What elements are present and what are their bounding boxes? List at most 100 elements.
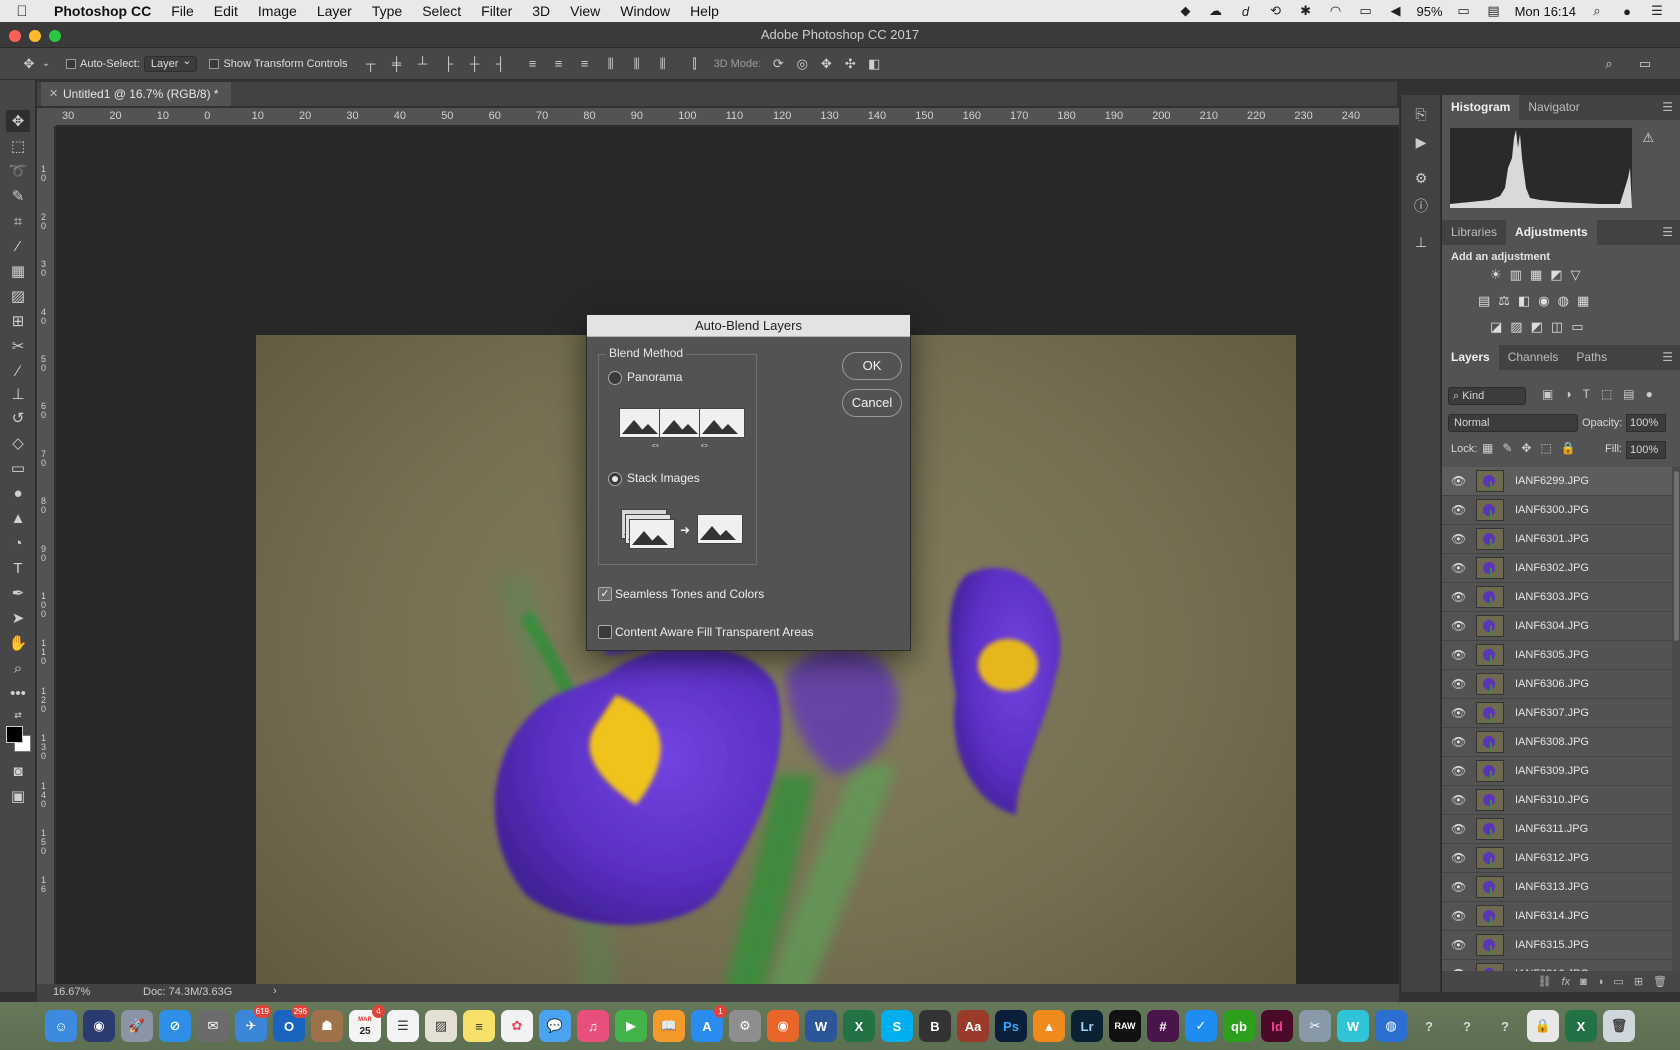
move-tool-preset-icon[interactable]: ✥ <box>18 53 40 75</box>
notification-center-icon[interactable]: ☰ <box>1648 3 1666 18</box>
menu-filter[interactable]: Filter <box>471 0 522 22</box>
crop-tool-icon[interactable]: ⌗ <box>6 210 30 232</box>
panorama-radio[interactable] <box>608 371 622 385</box>
outlook-icon[interactable]: O 296 <box>273 1005 309 1042</box>
distribute-bottom-icon[interactable]: ≡ <box>574 53 596 75</box>
add-mask-icon[interactable]: ◙ <box>1580 976 1587 988</box>
quick-selection-tool-icon[interactable]: ✎ <box>6 185 30 207</box>
workspace-switcher-icon[interactable]: ▭ <box>1634 53 1656 75</box>
filter-pixel-layers-icon[interactable]: ▣ <box>1542 387 1553 401</box>
layer-row[interactable]: 👁 IANF6307.JPG <box>1442 699 1672 728</box>
tab-layers[interactable]: Layers <box>1442 345 1499 370</box>
delete-layer-icon[interactable]: 🗑 <box>1653 975 1667 988</box>
dropbox-icon[interactable]: ◆ <box>1177 3 1195 18</box>
skype-icon[interactable]: S <box>881 1010 913 1042</box>
auto-select-dropdown[interactable]: Layer <box>143 54 198 72</box>
layer-row[interactable]: 👁 IANF6312.JPG <box>1442 844 1672 873</box>
lock-transparent-pixels-icon[interactable]: ▦ <box>1482 441 1493 455</box>
launchpad-icon[interactable]: 🚀 <box>121 1010 153 1042</box>
spotlight-search-icon[interactable]: ⌕ <box>1588 3 1606 18</box>
visibility-eye-icon[interactable]: 👁 <box>1451 619 1466 633</box>
history-brush-tool-icon[interactable]: ✂ <box>6 335 30 357</box>
layer-row[interactable]: 👁 IANF6311.JPG <box>1442 815 1672 844</box>
blur-tool-icon[interactable]: ● <box>6 482 30 504</box>
layer-row[interactable]: 👁 IANF6302.JPG <box>1442 554 1672 583</box>
layer-row[interactable]: 👁 IANF6300.JPG <box>1442 496 1672 525</box>
content-aware-fill-checkbox[interactable] <box>598 625 612 639</box>
system-preferences-icon[interactable]: ⚙ <box>729 1010 761 1042</box>
calendar-icon[interactable]: MAR 25 4 <box>349 1005 385 1042</box>
visibility-eye-icon[interactable]: 👁 <box>1451 677 1466 691</box>
distribute-vcenter-icon[interactable]: ≡ <box>548 53 570 75</box>
swap-colors-icon[interactable]: ⇄ <box>6 704 30 726</box>
tab-libraries[interactable]: Libraries <box>1442 220 1506 245</box>
layer-row[interactable]: 👁 IANF6310.JPG <box>1442 786 1672 815</box>
foreground-color-swatch[interactable] <box>6 726 23 743</box>
cancel-button[interactable]: Cancel <box>842 389 902 417</box>
selective-color-icon[interactable]: ◫ <box>1551 319 1563 335</box>
sharpen-tool-icon[interactable]: ▲ <box>6 507 30 529</box>
quick-mask-icon[interactable]: ◙ <box>6 760 30 782</box>
visibility-eye-icon[interactable]: 👁 <box>1451 764 1466 778</box>
3d-pan-icon[interactable]: ✥ <box>815 53 837 75</box>
new-adjustment-layer-icon[interactable]: ◑ <box>1597 976 1604 988</box>
align-bottom-edges-icon[interactable]: ┴ <box>412 53 434 75</box>
utility-icon[interactable]: ✂ <box>1299 1010 1331 1042</box>
visibility-eye-icon[interactable]: 👁 <box>1451 851 1466 865</box>
raw-converter-icon[interactable]: RAW <box>1109 1010 1141 1042</box>
stack-images-label[interactable]: Stack Images <box>627 471 700 485</box>
paint-brush-icon[interactable]: ∕ <box>6 360 30 382</box>
eraser-tool-icon[interactable]: ◇ <box>6 432 30 454</box>
quickbooks-icon[interactable]: qb <box>1223 1010 1255 1042</box>
wifi-icon[interactable]: ◠ <box>1327 3 1345 18</box>
battery-percent[interactable]: 95% <box>1417 4 1443 19</box>
move-tool-icon[interactable]: ✥ <box>6 110 30 132</box>
fill-field[interactable]: 100% <box>1626 441 1666 459</box>
lightroom-icon[interactable]: Lr <box>1071 1010 1103 1042</box>
layer-row[interactable]: 👁 IANF6304.JPG <box>1442 612 1672 641</box>
zoom-level[interactable]: 16.67% <box>53 986 90 998</box>
opacity-field[interactable]: 100% <box>1626 414 1666 432</box>
seamless-tones-label[interactable]: Seamless Tones and Colors <box>615 587 764 601</box>
vlc-icon[interactable]: ▲ <box>1033 1010 1065 1042</box>
pen-tool-icon[interactable]: ✒ <box>6 582 30 604</box>
menu-help[interactable]: Help <box>680 0 729 22</box>
lock-artboard-icon[interactable]: ⬚ <box>1540 441 1551 455</box>
visibility-eye-icon[interactable]: 👁 <box>1451 561 1466 575</box>
apple-menu-icon[interactable]:  <box>0 3 44 20</box>
minimize-window-button[interactable] <box>29 30 41 42</box>
align-horizontal-centers-icon[interactable]: ┼ <box>464 53 486 75</box>
bbedit-icon[interactable]: B <box>919 1010 951 1042</box>
notes-icon[interactable]: ≡ <box>463 1010 495 1042</box>
align-left-edges-icon[interactable]: ├ <box>438 53 460 75</box>
info-panel-icon[interactable]: ⓘ <box>1409 195 1433 217</box>
visibility-eye-icon[interactable]: 👁 <box>1451 648 1466 662</box>
messages-icon[interactable]: 💬 <box>539 1010 571 1042</box>
network-globe-icon[interactable]: ◍ <box>1375 1010 1407 1042</box>
healing-brush-tool-icon[interactable]: ▦ <box>6 260 30 282</box>
layer-row[interactable]: 👁 IANF6314.JPG <box>1442 902 1672 931</box>
slack-icon[interactable]: # <box>1147 1010 1179 1042</box>
brush-tool-icon[interactable]: ▨ <box>6 285 30 307</box>
channel-mixer-icon[interactable]: ◍ <box>1558 293 1569 309</box>
tab-navigator[interactable]: Navigator <box>1519 95 1588 120</box>
layer-row[interactable]: 👁 IANF6315.JPG <box>1442 931 1672 960</box>
panel-menu-icon[interactable]: ☰ <box>1662 345 1680 370</box>
layer-row[interactable]: 👁 IANF6305.JPG <box>1442 641 1672 670</box>
layer-row[interactable]: 👁 IANF6306.JPG <box>1442 670 1672 699</box>
3d-roll-icon[interactable]: ◎ <box>791 53 813 75</box>
preview-icon[interactable]: ▨ <box>425 1010 457 1042</box>
tool-presets-icon[interactable]: ⊥ <box>1409 231 1433 253</box>
app-store-icon[interactable]: A1 <box>691 1005 727 1042</box>
menu-app-name[interactable]: Photoshop CC <box>44 0 161 22</box>
bluetooth-icon[interactable]: ✱ <box>1297 3 1315 18</box>
layer-row[interactable]: 👁 IANF6301.JPG <box>1442 525 1672 554</box>
menu-layer[interactable]: Layer <box>307 0 362 22</box>
more-tools-icon[interactable]: ••• <box>6 682 30 704</box>
hand-tool-icon[interactable]: ✋ <box>6 632 30 654</box>
vibrance-icon[interactable]: ▽ <box>1571 267 1581 283</box>
facetime-icon[interactable]: ▶ <box>615 1010 647 1042</box>
filter-smart-objects-icon[interactable]: ▤ <box>1623 387 1634 401</box>
mail-stamp-icon[interactable]: ✉ <box>197 1010 229 1042</box>
history-brush-icon[interactable]: ↺ <box>6 407 30 429</box>
